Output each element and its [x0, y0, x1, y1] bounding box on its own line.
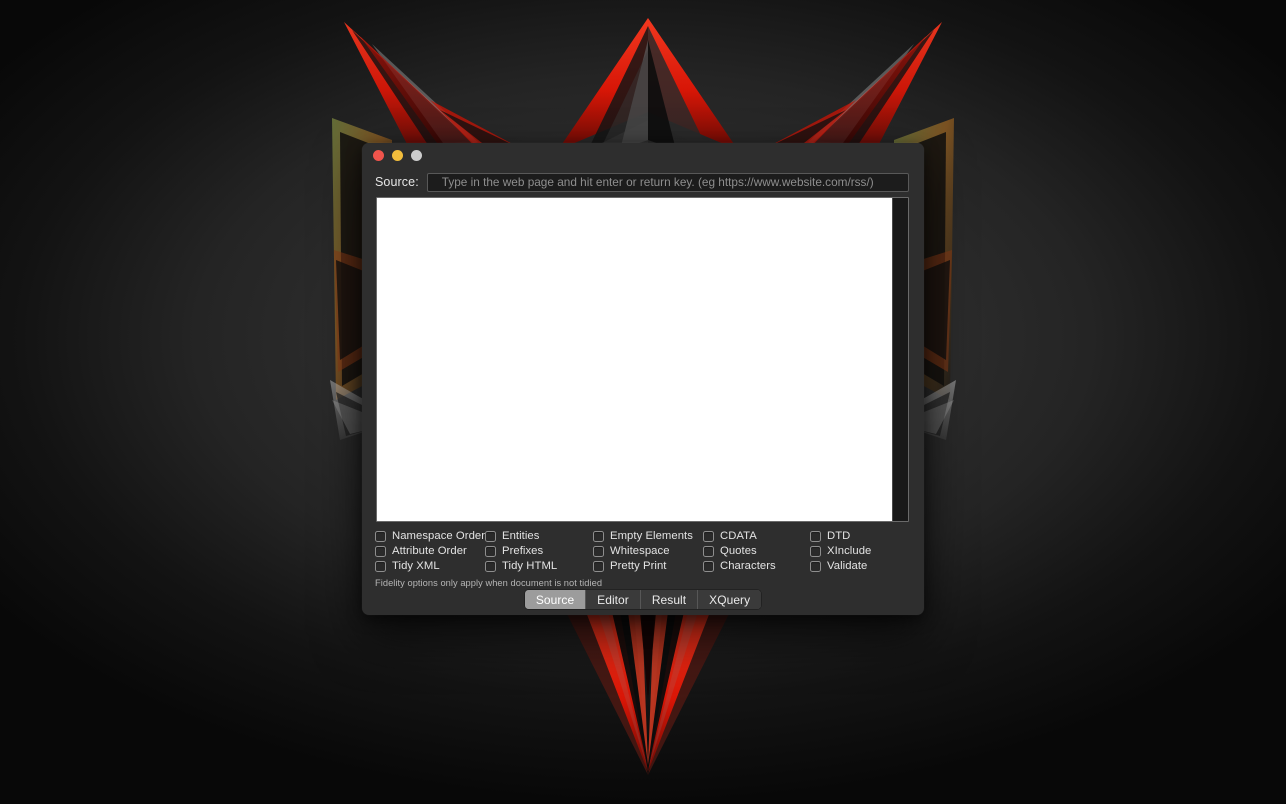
document-content-area	[376, 197, 909, 522]
option-whitespace[interactable]: Whitespace	[593, 545, 703, 557]
checkbox-icon[interactable]	[810, 560, 821, 572]
option-pretty-print[interactable]: Pretty Print	[593, 560, 703, 572]
option-attribute-order[interactable]: Attribute Order	[375, 545, 485, 557]
checkbox-icon[interactable]	[485, 530, 496, 542]
source-url-input[interactable]	[426, 172, 909, 192]
option-label: Prefixes	[502, 545, 544, 557]
minimize-window-icon[interactable]	[392, 150, 403, 161]
checkbox-icon[interactable]	[485, 545, 496, 557]
fidelity-options-panel: Namespace Order Entities Empty Elements …	[362, 522, 924, 588]
xml-editor-window[interactable]: Source: Namespace Order Entities	[362, 143, 924, 615]
tab-source[interactable]: Source	[524, 590, 587, 609]
option-label: Validate	[827, 560, 868, 572]
option-label: Characters	[720, 560, 776, 572]
option-validate[interactable]: Validate	[810, 560, 910, 572]
checkbox-icon[interactable]	[593, 560, 604, 572]
option-tidy-xml[interactable]: Tidy XML	[375, 560, 485, 572]
tab-result[interactable]: Result	[640, 590, 699, 609]
option-label: Whitespace	[610, 545, 670, 557]
vertical-scrollbar[interactable]	[892, 198, 908, 521]
fidelity-options-grid: Namespace Order Entities Empty Elements …	[375, 530, 910, 572]
option-characters[interactable]: Characters	[703, 560, 810, 572]
checkbox-icon[interactable]	[810, 530, 821, 542]
view-mode-tabs[interactable]: Source Editor Result XQuery	[524, 590, 762, 609]
checkbox-icon[interactable]	[375, 530, 386, 542]
option-label: Quotes	[720, 545, 757, 557]
document-canvas[interactable]	[377, 198, 892, 521]
option-label: XInclude	[827, 545, 872, 557]
option-namespace-order[interactable]: Namespace Order	[375, 530, 485, 542]
checkbox-icon[interactable]	[703, 560, 714, 572]
option-label: Tidy HTML	[502, 560, 558, 572]
option-label: Entities	[502, 530, 540, 542]
zoom-window-icon[interactable]	[411, 150, 422, 161]
option-tidy-html[interactable]: Tidy HTML	[485, 560, 593, 572]
checkbox-icon[interactable]	[703, 530, 714, 542]
source-url-row: Source:	[362, 168, 924, 196]
checkbox-icon[interactable]	[703, 545, 714, 557]
option-xinclude[interactable]: XInclude	[810, 545, 910, 557]
option-cdata[interactable]: CDATA	[703, 530, 810, 542]
option-label: Tidy XML	[392, 560, 440, 572]
option-empty-elements[interactable]: Empty Elements	[593, 530, 703, 542]
option-label: Pretty Print	[610, 560, 667, 572]
option-label: CDATA	[720, 530, 757, 542]
checkbox-icon[interactable]	[375, 560, 386, 572]
window-titlebar[interactable]	[362, 143, 924, 168]
checkbox-icon[interactable]	[810, 545, 821, 557]
option-entities[interactable]: Entities	[485, 530, 593, 542]
fidelity-note: Fidelity options only apply when documen…	[375, 578, 603, 588]
option-label: Empty Elements	[610, 530, 693, 542]
option-label: Namespace Order	[392, 530, 486, 542]
option-label: DTD	[827, 530, 851, 542]
checkbox-icon[interactable]	[593, 530, 604, 542]
tab-editor[interactable]: Editor	[586, 590, 641, 609]
source-label: Source:	[375, 175, 419, 189]
tabbar-row: Source Editor Result XQuery	[362, 588, 924, 615]
desktop: Source: Namespace Order Entities	[0, 0, 1286, 804]
option-dtd[interactable]: DTD	[810, 530, 910, 542]
checkbox-icon[interactable]	[593, 545, 604, 557]
option-quotes[interactable]: Quotes	[703, 545, 810, 557]
checkbox-icon[interactable]	[375, 545, 386, 557]
tab-xquery[interactable]: XQuery	[698, 590, 762, 609]
checkbox-icon[interactable]	[485, 560, 496, 572]
option-prefixes[interactable]: Prefixes	[485, 545, 593, 557]
traffic-light-group	[373, 150, 422, 161]
option-label: Attribute Order	[392, 545, 467, 557]
close-window-icon[interactable]	[373, 150, 384, 161]
